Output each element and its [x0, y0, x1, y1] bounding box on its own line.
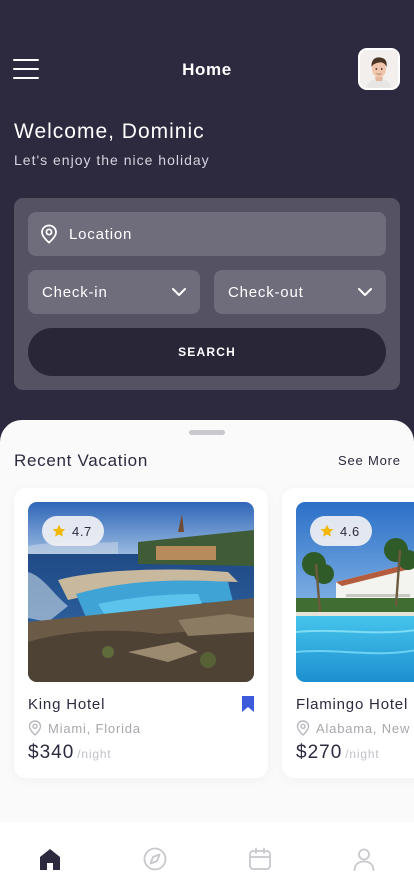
- checkout-select[interactable]: Check-out: [214, 270, 386, 314]
- hotel-price: $340/night: [28, 742, 111, 764]
- star-icon: [52, 524, 66, 537]
- hotel-location-text: Miami, Florida: [48, 720, 141, 736]
- welcome-heading: Welcome, Dominic: [14, 120, 205, 143]
- location-placeholder: Location: [69, 225, 133, 243]
- location-pin-icon: [40, 224, 58, 248]
- home-icon[interactable]: [37, 846, 63, 872]
- price-amount: $340: [28, 742, 75, 763]
- hotel-photo: 4.7: [28, 502, 254, 682]
- checkin-label: Check-in: [42, 283, 108, 301]
- bookmark-icon[interactable]: [242, 696, 254, 717]
- chevron-down-icon: [357, 285, 373, 302]
- avatar[interactable]: [358, 48, 400, 90]
- location-pin-icon: [28, 720, 42, 736]
- section-title: Recent Vacation: [14, 451, 148, 470]
- hotel-card[interactable]: 4.7 King Hotel Miami, Florida $340/night: [14, 488, 268, 778]
- tab-bar: [0, 822, 414, 896]
- price-amount: $270: [296, 742, 343, 763]
- page-title: Home: [182, 60, 232, 79]
- welcome-subtitle: Let's enjoy the nice holiday: [14, 152, 210, 168]
- search-button[interactable]: SEARCH: [28, 328, 386, 376]
- checkout-label: Check-out: [228, 283, 304, 301]
- price-unit: /night: [345, 747, 380, 761]
- hotel-price: $270/night: [296, 742, 379, 764]
- location-input[interactable]: Location: [28, 212, 386, 256]
- rating-badge: 4.6: [310, 516, 372, 546]
- rating-value: 4.6: [340, 523, 360, 539]
- hotel-photo: 4.6: [296, 502, 414, 682]
- rating-value: 4.7: [72, 523, 92, 539]
- header: Home Welcome, Dominic Let's enjoy the ni…: [0, 0, 414, 420]
- hotel-location: Miami, Florida: [28, 720, 141, 736]
- checkin-select[interactable]: Check-in: [28, 270, 200, 314]
- sheet-handle[interactable]: [189, 430, 225, 435]
- calendar-icon[interactable]: [247, 846, 273, 872]
- hotel-name: Flamingo Hotel: [296, 696, 409, 713]
- hotel-card[interactable]: 4.6 Flamingo Hotel Alabama, New $270/nig…: [282, 488, 414, 778]
- search-card: Location Check-in Check-out SEARCH: [14, 198, 400, 390]
- chevron-down-icon: [171, 285, 187, 302]
- rating-badge: 4.7: [42, 516, 104, 546]
- profile-icon[interactable]: [351, 846, 377, 872]
- compass-icon[interactable]: [142, 846, 168, 872]
- hotel-location: Alabama, New: [296, 720, 410, 736]
- see-more-link[interactable]: See More: [338, 453, 401, 468]
- star-icon: [320, 524, 334, 537]
- hotel-location-text: Alabama, New: [316, 720, 411, 736]
- price-unit: /night: [77, 747, 112, 761]
- hotel-name: King Hotel: [28, 696, 106, 713]
- location-pin-icon: [296, 720, 310, 736]
